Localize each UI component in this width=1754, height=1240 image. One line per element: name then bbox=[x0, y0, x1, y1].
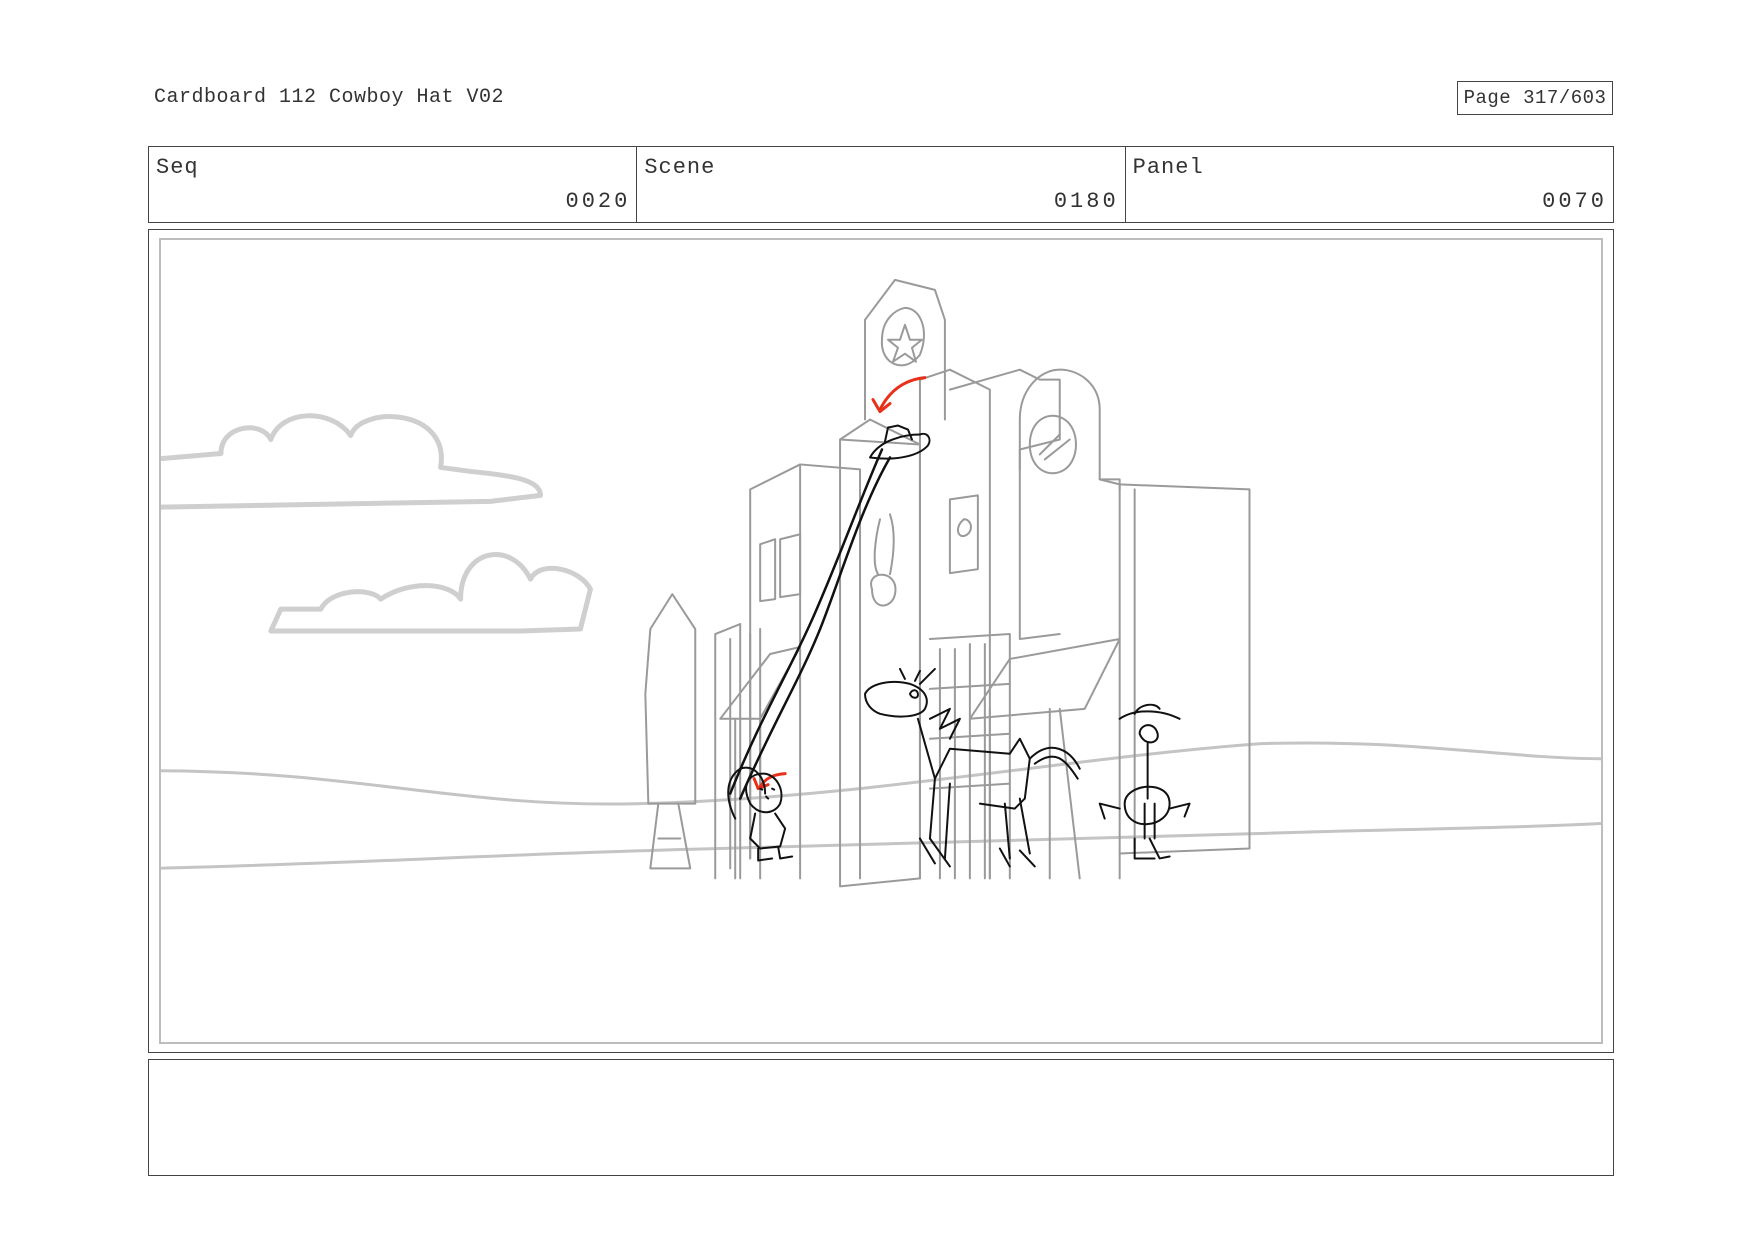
panel-label: Panel bbox=[1132, 155, 1204, 180]
cloud-right bbox=[268, 552, 593, 634]
storyboard-panel-frame bbox=[148, 229, 1614, 1053]
seq-label: Seq bbox=[156, 155, 199, 180]
storyboard-drawing-area bbox=[159, 238, 1603, 1044]
panel-value: 0070 bbox=[1542, 189, 1607, 214]
panel-cell: Panel 0070 bbox=[1126, 147, 1613, 222]
shot-info-table: Seq 0020 Scene 0180 Panel 0070 bbox=[148, 146, 1614, 223]
notes-box bbox=[148, 1059, 1614, 1176]
document-title: Cardboard 112 Cowboy Hat V02 bbox=[154, 86, 505, 109]
scene-cell: Scene 0180 bbox=[637, 147, 1126, 222]
page-indicator: Page 317/603 bbox=[1457, 81, 1613, 115]
scene-value: 0180 bbox=[1053, 189, 1119, 214]
seq-value: 0020 bbox=[565, 189, 631, 214]
seq-cell: Seq 0020 bbox=[149, 147, 638, 222]
scene-label: Scene bbox=[644, 155, 716, 180]
tall-sign bbox=[644, 593, 697, 870]
lasso-rope bbox=[728, 448, 892, 800]
storyboard-sketch bbox=[161, 278, 1601, 888]
ground-lines bbox=[161, 741, 1601, 870]
cloud-left bbox=[161, 413, 543, 510]
